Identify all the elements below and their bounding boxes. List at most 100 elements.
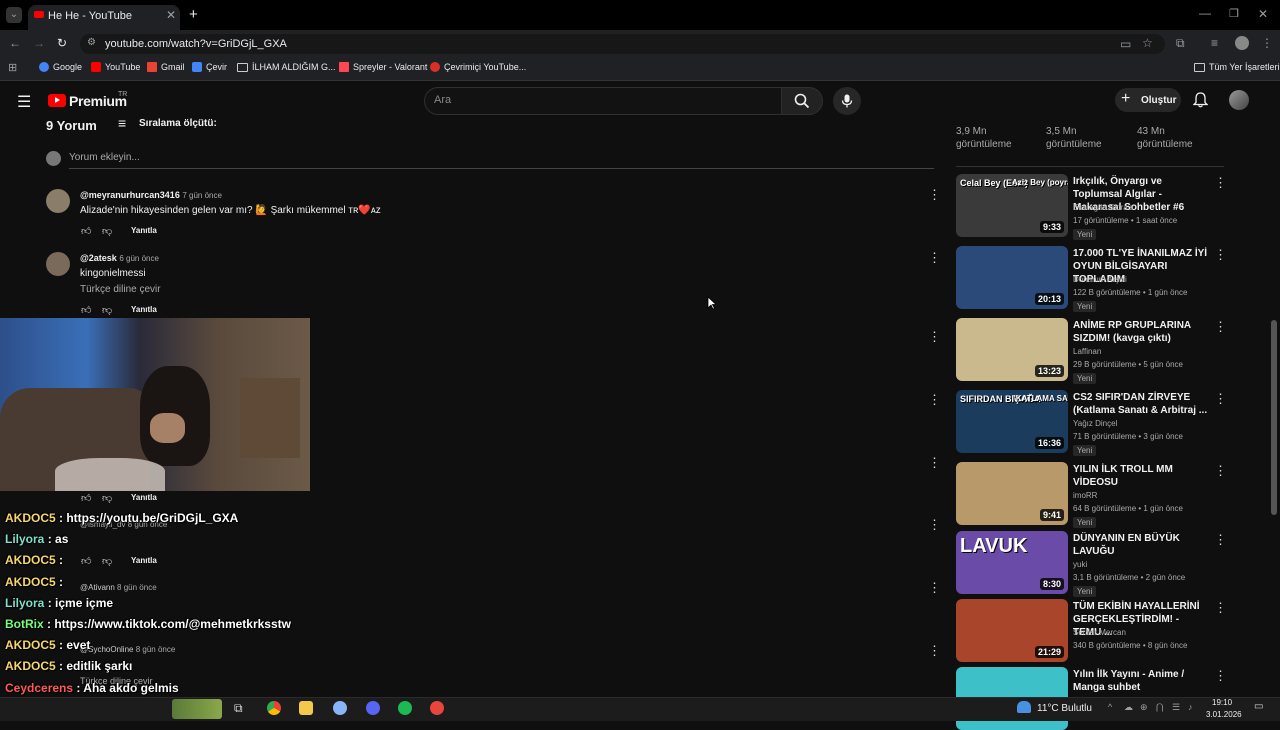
video-channel[interactable]: Yağız Dinçel: [1073, 419, 1117, 428]
apps-grid-icon[interactable]: ⊞: [8, 61, 17, 74]
obs-icon[interactable]: [430, 701, 444, 715]
reply-button[interactable]: Yanıtla: [131, 556, 157, 565]
spotify-icon[interactable]: [398, 701, 412, 715]
video-thumbnail[interactable]: SIFIRDAN BIÇAĞA"KATLAMA SANATI V2"16:36: [956, 390, 1068, 453]
like-icon[interactable]: 👍︎: [81, 225, 91, 237]
video-thumbnail[interactable]: 20:13: [956, 246, 1068, 309]
comment-menu-icon[interactable]: ⋮: [928, 250, 941, 266]
video-title[interactable]: DÜNYANIN EN BÜYÜK LAVUĞU: [1073, 532, 1208, 558]
dislike-icon[interactable]: 👎︎: [102, 492, 112, 504]
file-explorer-icon[interactable]: [299, 701, 313, 715]
account-avatar[interactable]: [1229, 90, 1249, 110]
bookmark-youtube[interactable]: YouTube: [91, 62, 140, 72]
video-thumbnail[interactable]: Celal Bey (Esat)Aziz Bey (poyraz)9:33: [956, 174, 1068, 237]
youtube-logo-icon[interactable]: [48, 94, 66, 107]
comment-author[interactable]: @meyranurhurcan3416 7 gün önce: [80, 190, 222, 200]
video-menu-icon[interactable]: ⋮: [1214, 247, 1227, 263]
comment-time[interactable]: 6 gün önce: [119, 254, 159, 263]
sort-button[interactable]: Sıralama ölçütü:: [139, 118, 217, 129]
bookmark-gmail[interactable]: Gmail: [147, 62, 185, 72]
video-menu-icon[interactable]: ⋮: [1214, 391, 1227, 407]
tray-app-icon[interactable]: ⊕: [1140, 702, 1148, 713]
cast-icon[interactable]: ▭: [1120, 37, 1131, 51]
reload-icon[interactable]: ↻: [57, 36, 67, 50]
tray-mic-icon[interactable]: ⋂: [1156, 702, 1163, 713]
translate-link[interactable]: Türkçe diline çevir: [80, 284, 161, 295]
bookmark-spreyler[interactable]: Spreyler - Valorant: [339, 62, 427, 72]
video-thumbnail[interactable]: 9:41: [956, 462, 1068, 525]
comment-menu-icon[interactable]: ⋮: [928, 455, 941, 471]
video-thumbnail[interactable]: 21:29: [956, 599, 1068, 662]
video-menu-icon[interactable]: ⋮: [1214, 319, 1227, 335]
tray-network-icon[interactable]: ☁: [1124, 702, 1133, 713]
bookmark-translate[interactable]: Çevir: [192, 62, 227, 72]
reply-button[interactable]: Yanıtla: [131, 493, 157, 502]
forward-icon[interactable]: →: [33, 36, 45, 50]
video-channel[interactable]: Laffinan: [1073, 347, 1101, 356]
restore-icon[interactable]: ❐: [1229, 7, 1239, 20]
comment-author[interactable]: @Ativann 8 gün önce: [80, 583, 157, 592]
create-label[interactable]: Oluştur: [1141, 95, 1177, 106]
reply-button[interactable]: Yanıtla: [131, 226, 157, 235]
tray-chevron-icon[interactable]: ^: [1108, 702, 1112, 712]
notifications-icon[interactable]: ▭: [1254, 701, 1263, 712]
chrome-taskbar-icon[interactable]: [267, 701, 281, 715]
discord-icon[interactable]: [366, 701, 380, 715]
commenter-avatar[interactable]: [46, 189, 70, 213]
video-channel[interactable]: yuki: [1073, 560, 1087, 569]
tab-search-icon[interactable]: ⌄: [6, 7, 22, 23]
dislike-icon[interactable]: 👎︎: [102, 225, 112, 237]
app-taskbar-icon[interactable]: [333, 701, 347, 715]
video-channel[interactable]: imoRR: [1073, 491, 1097, 500]
comment-menu-icon[interactable]: ⋮: [928, 643, 941, 659]
sort-icon[interactable]: ≡: [118, 115, 126, 131]
site-info-icon[interactable]: ⚙: [87, 37, 96, 48]
comment-author[interactable]: @2atesk 6 gün önce: [80, 253, 159, 263]
dislike-icon[interactable]: 👎︎: [102, 304, 112, 316]
comment-menu-icon[interactable]: ⋮: [928, 517, 941, 533]
search-box[interactable]: [424, 87, 783, 115]
video-menu-icon[interactable]: ⋮: [1214, 175, 1227, 191]
video-title[interactable]: ANİME RP GRUPLARINA SIZDIM! (kavga çıktı…: [1073, 319, 1208, 345]
microphone-icon[interactable]: [841, 94, 853, 108]
bookmark-google[interactable]: Google: [39, 62, 82, 72]
like-icon[interactable]: 👍︎: [81, 555, 91, 567]
video-title[interactable]: Yılın İlk Yayını - Anime / Manga suhbet: [1073, 668, 1208, 694]
video-channel[interactable]: Esatagaa Extra's: [1073, 203, 1133, 212]
profile-avatar[interactable]: [1235, 36, 1249, 50]
close-window-icon[interactable]: ✕: [1258, 7, 1268, 21]
video-menu-icon[interactable]: ⋮: [1214, 463, 1227, 479]
minimize-icon[interactable]: —: [1199, 6, 1211, 20]
video-title[interactable]: YILIN İLK TROLL MM VİDEOSU: [1073, 463, 1208, 489]
url-text[interactable]: youtube.com/watch?v=GriDGjL_GXA: [105, 38, 287, 50]
menu-icon[interactable]: ⋮: [1261, 36, 1273, 50]
video-menu-icon[interactable]: ⋮: [1214, 532, 1227, 548]
weather-text[interactable]: 11°C Bulutlu: [1037, 703, 1092, 714]
back-icon[interactable]: ←: [9, 36, 21, 50]
video-thumbnail[interactable]: 13:23: [956, 318, 1068, 381]
like-icon[interactable]: 👍︎: [81, 492, 91, 504]
comment-menu-icon[interactable]: ⋮: [928, 329, 941, 345]
comment-menu-icon[interactable]: ⋮: [928, 392, 941, 408]
video-menu-icon[interactable]: ⋮: [1214, 600, 1227, 616]
extensions-icon[interactable]: ⧉: [1176, 36, 1185, 51]
comment-menu-icon[interactable]: ⋮: [928, 187, 941, 203]
new-tab-icon[interactable]: +: [189, 6, 198, 23]
video-menu-icon[interactable]: ⋮: [1214, 668, 1227, 684]
media-icon[interactable]: ≡: [1211, 36, 1218, 50]
close-tab-icon[interactable]: ✕: [166, 8, 176, 22]
video-title[interactable]: CS2 SIFIR'DAN ZİRVEYE (Katlama Sanatı & …: [1073, 391, 1208, 417]
tray-volume-icon[interactable]: ♪: [1188, 702, 1193, 712]
task-view-icon[interactable]: ⧉: [234, 701, 243, 716]
hamburger-menu-icon[interactable]: ☰: [17, 92, 31, 112]
dislike-icon[interactable]: 👎︎: [102, 555, 112, 567]
bookmark-star-icon[interactable]: ☆: [1142, 36, 1153, 50]
bookmark-folder-ilham[interactable]: İLHAM ALDIĞIM G...: [237, 62, 336, 72]
comment-time[interactable]: 7 gün önce: [182, 191, 222, 200]
video-channel[interactable]: Donanım Arşivi: [1073, 275, 1127, 284]
widgets-thumbnail[interactable]: [172, 699, 222, 719]
clock-date[interactable]: 3.01.2026: [1206, 710, 1242, 719]
search-placeholder[interactable]: Ara: [434, 94, 451, 106]
tray-wifi-icon[interactable]: ☰: [1172, 702, 1180, 713]
bookmark-cevrimici[interactable]: Çevrimiçi YouTube...: [430, 62, 526, 72]
